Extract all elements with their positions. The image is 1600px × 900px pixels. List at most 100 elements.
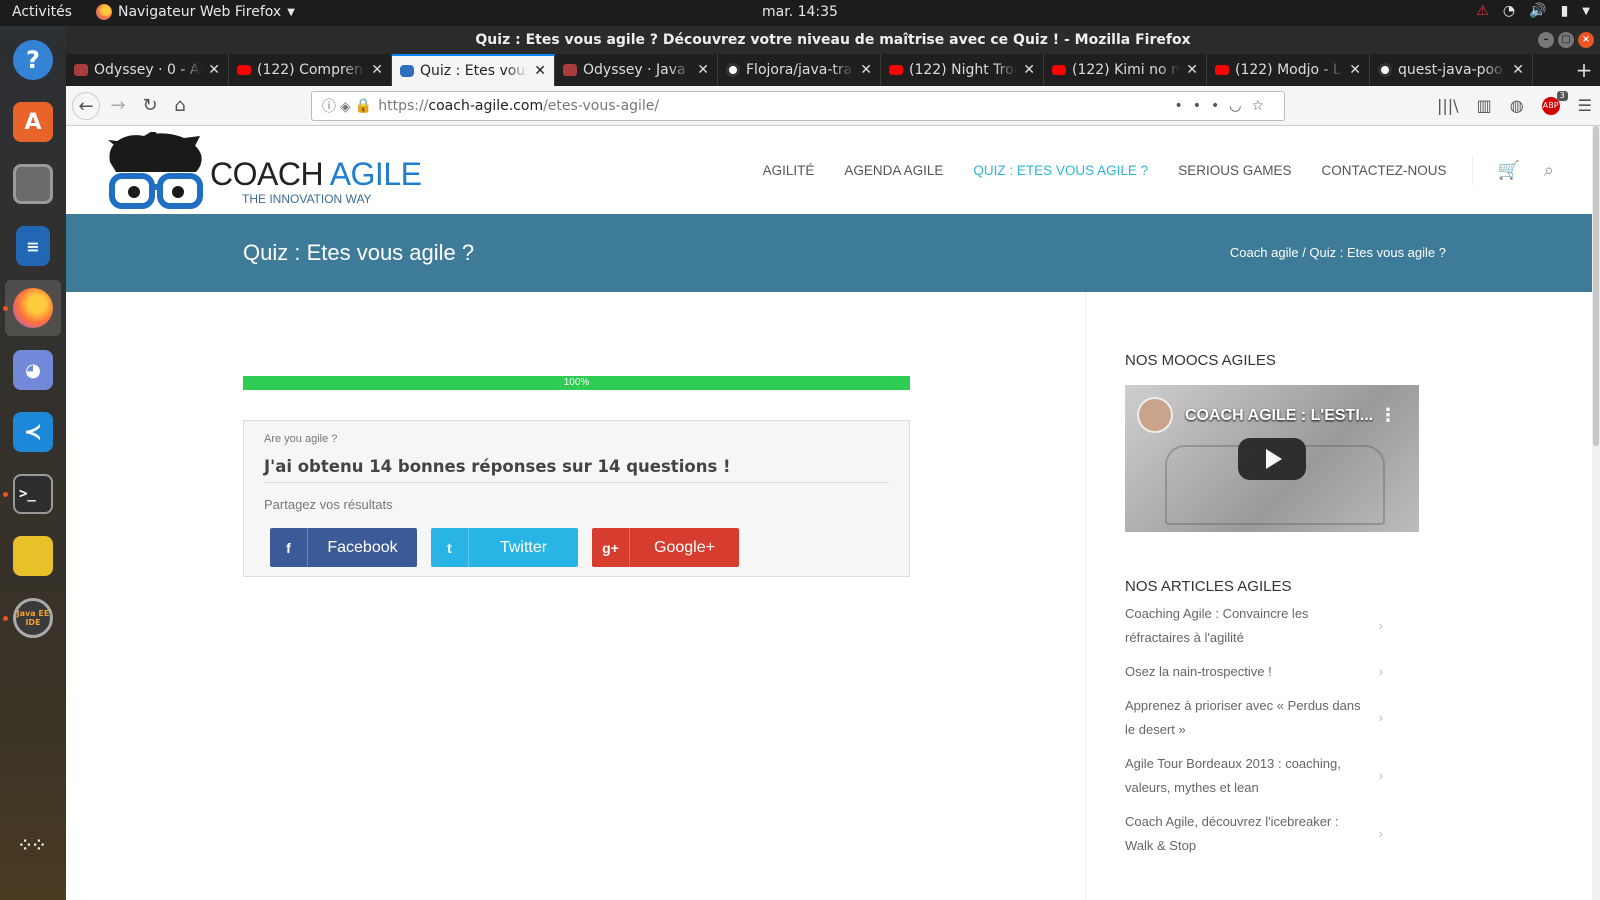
window-title: Quiz : Etes vous agile ? Découvrez votre… bbox=[475, 32, 1191, 48]
bookmark-star-icon[interactable]: ☆ bbox=[1251, 98, 1274, 114]
help-icon: ? bbox=[13, 40, 53, 80]
library-icon[interactable]: |||\ bbox=[1437, 96, 1459, 115]
firefox-icon bbox=[13, 288, 53, 328]
dock-eclipse[interactable]: Java EE IDE bbox=[5, 590, 61, 646]
article-link[interactable]: Coach Agile, découvrez l'icebreaker : Wa… bbox=[1125, 810, 1383, 858]
info-icon[interactable]: ⓘ◈ bbox=[322, 96, 355, 116]
search-icon[interactable]: ⌕ bbox=[1544, 160, 1554, 181]
dock-archive[interactable] bbox=[5, 528, 61, 584]
tab-youtube-modjo[interactable]: (122) Modjo - La ✕ bbox=[1207, 54, 1370, 86]
activities-button[interactable]: Activités bbox=[12, 4, 72, 20]
nav-agilite[interactable]: AGILITÉ bbox=[763, 163, 815, 178]
java-ee-ide-icon: Java EE IDE bbox=[13, 598, 53, 638]
article-title: Coach Agile, découvrez l'icebreaker : Wa… bbox=[1125, 814, 1339, 853]
share-twitter-button[interactable]: t Twitter bbox=[431, 528, 578, 567]
tab-github-quest-java[interactable]: quest-java-poo3 ✕ bbox=[1370, 54, 1533, 86]
close-tab-icon[interactable]: ✕ bbox=[534, 63, 546, 79]
close-tab-icon[interactable]: ✕ bbox=[1349, 62, 1361, 78]
dock-vscode[interactable]: ≺ bbox=[5, 404, 61, 460]
address-bar[interactable]: ⓘ◈ 🔒 https://coach-agile.com/etes-vous-a… bbox=[311, 91, 1285, 121]
window-titlebar[interactable]: Quiz : Etes vous agile ? Découvrez votre… bbox=[66, 26, 1600, 54]
tab-youtube-kimi[interactable]: (122) Kimi no na ✕ bbox=[1044, 54, 1207, 86]
sync-account-icon[interactable]: ◍ bbox=[1510, 96, 1524, 115]
video-title[interactable]: COACH AGILE : L'ESTI... bbox=[1185, 407, 1373, 425]
chevron-down-icon[interactable]: ▼ bbox=[1582, 6, 1590, 17]
page-scrollbar[interactable] bbox=[1592, 126, 1600, 900]
home-button[interactable]: ⌂ bbox=[166, 92, 194, 120]
dock-software[interactable]: A bbox=[5, 94, 61, 150]
forward-button[interactable]: → bbox=[104, 92, 132, 120]
nav-serious-games[interactable]: SERIOUS GAMES bbox=[1178, 163, 1291, 178]
youtube-video-embed[interactable]: COACH AGILE : L'ESTI... ⋮ bbox=[1125, 385, 1419, 532]
play-button[interactable] bbox=[1238, 438, 1306, 480]
tab-label: Odyssey · Java T bbox=[583, 62, 692, 78]
lock-icon: 🔒 bbox=[354, 98, 373, 114]
youtube-favicon-icon bbox=[889, 65, 903, 75]
nav-contact[interactable]: CONTACTEZ-NOUS bbox=[1321, 163, 1446, 178]
sidebar-icon[interactable]: ▥ bbox=[1477, 96, 1492, 115]
tab-github-java-tra[interactable]: Flojora/java-tra ✕ bbox=[718, 54, 881, 86]
breadcrumb-home[interactable]: Coach agile bbox=[1230, 245, 1299, 260]
tab-quiz-agile[interactable]: Quiz : Etes vous agile ✕ bbox=[392, 54, 555, 86]
pocket-icon[interactable]: ◡ bbox=[1229, 98, 1251, 114]
article-link[interactable]: Agile Tour Bordeaux 2013 : coaching, val… bbox=[1125, 752, 1383, 800]
volume-icon[interactable]: 🔊 bbox=[1529, 3, 1546, 19]
cart-icon[interactable]: 🛒 bbox=[1497, 160, 1519, 181]
page-title-bar: Quiz : Etes vous agile ? Coach agile / Q… bbox=[66, 214, 1600, 292]
dock-show-applications[interactable]: ⁘⁘ bbox=[5, 818, 61, 874]
adblock-plus-icon[interactable]: ABP 3 bbox=[1541, 90, 1568, 115]
warning-icon[interactable]: ⚠ bbox=[1476, 3, 1489, 19]
dock-discord[interactable]: ◕ bbox=[5, 342, 61, 398]
dock-firefox[interactable] bbox=[5, 280, 61, 336]
close-window-button[interactable]: × bbox=[1578, 32, 1594, 48]
close-tab-icon[interactable]: ✕ bbox=[860, 62, 872, 78]
article-link[interactable]: Apprenez à prioriser avec « Perdus dans … bbox=[1125, 694, 1383, 742]
battery-icon[interactable]: ▮ bbox=[1561, 3, 1569, 19]
coach-agile-favicon-icon bbox=[400, 65, 414, 77]
archive-icon bbox=[13, 536, 53, 576]
dock-files[interactable] bbox=[5, 156, 61, 212]
site-logo[interactable]: COACH AGILE THE INNOVATION WAY bbox=[104, 130, 422, 212]
dock-writer[interactable]: ≡ bbox=[5, 218, 61, 274]
close-tab-icon[interactable]: ✕ bbox=[1023, 62, 1035, 78]
close-tab-icon[interactable]: ✕ bbox=[371, 62, 383, 78]
close-tab-icon[interactable]: ✕ bbox=[1186, 62, 1198, 78]
github-favicon-icon bbox=[726, 63, 740, 77]
article-link[interactable]: Coaching Agile : Convaincre les réfracta… bbox=[1125, 602, 1383, 650]
more-options-icon[interactable]: ⋮ bbox=[1379, 405, 1397, 426]
page-content: 100% Are you agile ? J'ai obtenu 14 bonn… bbox=[66, 292, 1600, 900]
new-tab-button[interactable]: + bbox=[1568, 54, 1600, 86]
tab-youtube-night[interactable]: (122) Night Trou ✕ bbox=[881, 54, 1044, 86]
nav-agenda-agile[interactable]: AGENDA AGILE bbox=[844, 163, 943, 178]
clock[interactable]: mar. 14:35 bbox=[762, 4, 838, 20]
hamburger-menu-icon[interactable]: ☰ bbox=[1578, 96, 1592, 115]
back-button[interactable]: ← bbox=[72, 92, 100, 120]
dock-help[interactable]: ? bbox=[5, 32, 61, 88]
system-tray[interactable]: ⚠ ◔ 🔊 ▮ ▼ bbox=[1476, 3, 1590, 19]
maximize-button[interactable]: □ bbox=[1558, 32, 1574, 48]
share-google-plus-button[interactable]: g+ Google+ bbox=[592, 528, 739, 567]
share-facebook-button[interactable]: f Facebook bbox=[270, 528, 417, 567]
minimize-button[interactable]: – bbox=[1538, 32, 1554, 48]
nav-quiz[interactable]: QUIZ : ETES VOUS AGILE ? bbox=[973, 163, 1148, 178]
close-tab-icon[interactable]: ✕ bbox=[697, 62, 709, 78]
tab-odyssey-agile[interactable]: Odyssey · 0 - Agile ✕ bbox=[66, 54, 229, 86]
facebook-icon: f bbox=[270, 528, 308, 567]
app-menu[interactable]: Navigateur Web Firefox ▼ bbox=[96, 4, 295, 20]
scrollbar-thumb[interactable] bbox=[1593, 126, 1599, 446]
tab-youtube-comprendre[interactable]: (122) Comprendre ✕ bbox=[229, 54, 392, 86]
reload-button[interactable]: ↻ bbox=[136, 92, 164, 120]
main-navigation: AGILITÉ AGENDA AGILE QUIZ : ETES VOUS AG… bbox=[733, 126, 1600, 214]
close-tab-icon[interactable]: ✕ bbox=[1512, 62, 1524, 78]
dock-terminal[interactable]: >_ bbox=[5, 466, 61, 522]
wifi-icon[interactable]: ◔ bbox=[1503, 3, 1515, 19]
tab-strip: Odyssey · 0 - Agile ✕ (122) Comprendre ✕ Q… bbox=[66, 54, 1600, 86]
page-actions-icon[interactable]: ••• bbox=[1174, 98, 1229, 114]
tab-label: (122) Kimi no na bbox=[1072, 62, 1181, 78]
channel-avatar[interactable] bbox=[1137, 397, 1173, 433]
close-tab-icon[interactable]: ✕ bbox=[208, 62, 220, 78]
article-link[interactable]: Osez la nain-trospective ! › bbox=[1125, 660, 1383, 684]
odyssey-favicon-icon bbox=[563, 64, 577, 76]
tab-odyssey-java[interactable]: Odyssey · Java T ✕ bbox=[555, 54, 718, 86]
chevron-right-icon: › bbox=[1378, 826, 1383, 841]
